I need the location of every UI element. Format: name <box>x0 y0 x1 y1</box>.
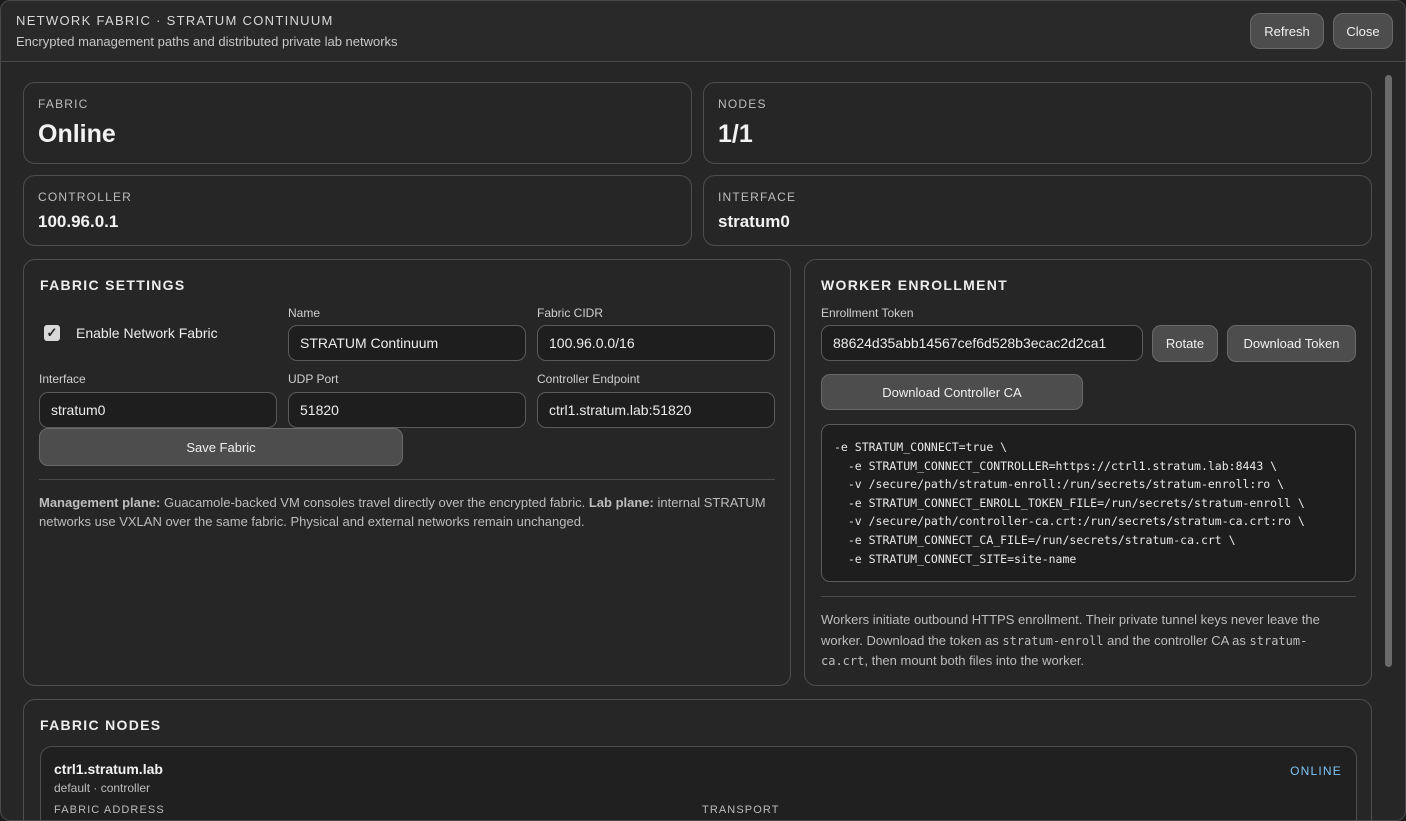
management-plane-title: Management plane: <box>39 495 161 510</box>
nodes-count-value: 1/1 <box>718 120 753 148</box>
refresh-button[interactable]: Refresh <box>1250 13 1324 49</box>
management-plane-text: Guacamole-backed VM consoles travel dire… <box>160 495 589 510</box>
lab-plane-title: Lab plane: <box>588 495 654 510</box>
interface-label: INTERFACE <box>718 190 797 204</box>
controller-value: 100.96.0.1 <box>38 212 119 231</box>
window-header: NETWORK FABRIC · STRATUM CONTINUUM Encry… <box>1 1 1405 62</box>
fabric-cidr-input[interactable]: 100.96.0.0/16 <box>537 325 775 361</box>
node-status-badge: ONLINE <box>1290 764 1342 778</box>
controller-endpoint-label: Controller Endpoint <box>537 372 640 386</box>
fabric-settings-panel: FABRIC SETTINGS ✓ Enable Network Fabric … <box>23 259 791 686</box>
enrollment-note-part3: , then mount both files into the worker. <box>864 653 1085 668</box>
worker-enrollment-panel: WORKER ENROLLMENT Enrollment Token 88624… <box>804 259 1372 686</box>
nodes-count-label: NODES <box>718 97 767 111</box>
name-label: Name <box>288 306 321 320</box>
save-fabric-button[interactable]: Save Fabric <box>39 428 403 466</box>
udp-port-label: UDP Port <box>288 372 339 386</box>
settings-divider <box>39 479 775 480</box>
fabric-nodes-panel: FABRIC NODES ctrl1.stratum.lab default ·… <box>23 699 1372 820</box>
enrollment-note: Workers initiate outbound HTTPS enrollme… <box>821 610 1351 672</box>
fabric-node-card[interactable]: ctrl1.stratum.lab default · controller O… <box>40 746 1357 820</box>
udp-port-input[interactable]: 51820 <box>288 392 526 428</box>
node-transport-label: TRANSPORT <box>702 804 780 816</box>
close-button[interactable]: Close <box>1333 13 1393 49</box>
download-token-button[interactable]: Download Token <box>1227 325 1356 362</box>
worker-enrollment-title: WORKER ENROLLMENT <box>821 277 1008 293</box>
enrollment-token-input[interactable]: 88624d35abb14567cef6d528b3ecac2d2ca1 <box>821 325 1143 361</box>
content-scroll-area[interactable]: FABRIC Online NODES 1/1 CONTROLLER 100.9… <box>1 63 1405 820</box>
download-controller-ca-button[interactable]: Download Controller CA <box>821 374 1083 410</box>
interface-value: stratum0 <box>718 212 790 231</box>
node-name: ctrl1.stratum.lab <box>54 761 163 777</box>
interface-card: INTERFACE stratum0 <box>703 175 1372 246</box>
network-fabric-window: NETWORK FABRIC · STRATUM CONTINUUM Encry… <box>0 0 1406 821</box>
vertical-scrollbar-thumb[interactable] <box>1385 75 1392 667</box>
enrollment-note-part2: and the controller CA as <box>1103 632 1250 648</box>
enrollment-token-label: Enrollment Token <box>821 306 914 320</box>
enable-fabric-label[interactable]: Enable Network Fabric <box>76 325 218 341</box>
controller-label: CONTROLLER <box>38 190 133 204</box>
node-fabric-address-label: FABRIC ADDRESS <box>54 804 165 816</box>
fabric-settings-title: FABRIC SETTINGS <box>40 277 186 293</box>
controller-card: CONTROLLER 100.96.0.1 <box>23 175 692 246</box>
node-meta: default · controller <box>54 781 151 795</box>
docker-run-command-block[interactable]: -e STRATUM_CONNECT=true \ -e STRATUM_CON… <box>821 424 1356 582</box>
fabric-status-label: FABRIC <box>38 97 89 111</box>
controller-endpoint-input[interactable]: ctrl1.stratum.lab:51820 <box>537 392 775 428</box>
fabric-nodes-title: FABRIC NODES <box>40 717 162 733</box>
enrollment-divider <box>821 596 1356 597</box>
enrollment-note-token-file: stratum-enroll <box>1002 633 1104 648</box>
rotate-token-button[interactable]: Rotate <box>1152 325 1218 362</box>
window-subtitle: Encrypted management paths and distribut… <box>16 34 398 49</box>
nodes-count-card: NODES 1/1 <box>703 82 1372 164</box>
fabric-cidr-label: Fabric CIDR <box>537 306 604 320</box>
fabric-status-card: FABRIC Online <box>23 82 692 164</box>
name-input[interactable]: STRATUM Continuum <box>288 325 526 361</box>
fabric-plane-note: Management plane: Guacamole-backed VM co… <box>39 493 769 531</box>
fabric-status-value: Online <box>38 120 116 148</box>
window-title: NETWORK FABRIC · STRATUM CONTINUUM <box>16 13 334 28</box>
enable-fabric-checkbox[interactable]: ✓ <box>44 325 60 341</box>
interface-input[interactable]: stratum0 <box>39 392 277 428</box>
interface-field-label: Interface <box>39 372 86 386</box>
